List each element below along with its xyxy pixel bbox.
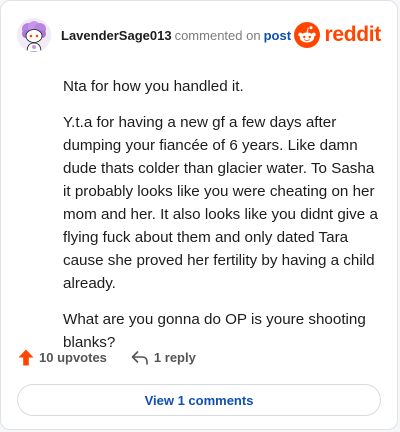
snoo-avatar-icon <box>17 18 51 52</box>
comment-header: LavenderSage013 commented on post reddit <box>17 15 381 55</box>
comment-meta: LavenderSage013 commented on post <box>61 28 294 43</box>
upvote-arrow-icon <box>18 349 34 366</box>
comment-body: Nta for how you handled it. Y.t.a for ha… <box>63 75 379 367</box>
view-comments-button[interactable]: View 1 comments <box>17 384 381 416</box>
action-text: commented on <box>174 27 261 43</box>
username-link[interactable]: LavenderSage013 <box>61 28 172 43</box>
comment-actions: 10 upvotes 1 reply <box>18 349 196 366</box>
user-avatar[interactable] <box>17 18 51 52</box>
reply-button[interactable]: 1 reply <box>131 350 196 365</box>
reply-count: 1 reply <box>153 350 196 365</box>
upvote-count: 10 upvotes <box>39 350 107 365</box>
comment-paragraph: Nta for how you handled it. <box>63 78 244 95</box>
reddit-logo-icon <box>294 22 321 48</box>
comment-paragraph: What are you gonna do OP is youre shooti… <box>63 311 366 351</box>
comment-paragraph: Y.t.a for having a new gf a few days aft… <box>63 114 378 292</box>
reddit-logo[interactable]: reddit <box>294 22 381 48</box>
upvote-button[interactable]: 10 upvotes <box>18 349 107 366</box>
comment-card: LavenderSage013 commented on post reddit N… <box>0 0 398 430</box>
reply-arrow-icon <box>131 350 148 365</box>
post-link[interactable]: post <box>264 28 291 43</box>
brand-name: reddit <box>324 23 381 46</box>
